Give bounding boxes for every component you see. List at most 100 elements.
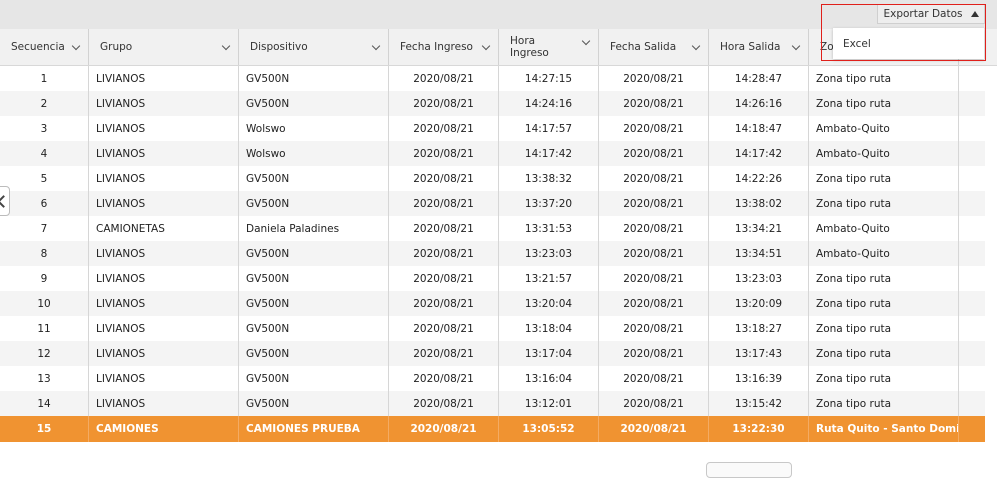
cell-hora-ingreso: 13:18:04 (499, 316, 599, 341)
column-header-grupo[interactable]: Grupo (89, 29, 239, 65)
cell-fecha-salida: 2020/08/21 (599, 316, 709, 341)
cell-secuencia: 13 (0, 366, 89, 391)
cell-secuencia: 9 (0, 266, 89, 291)
chevron-down-icon[interactable] (71, 41, 81, 51)
cell-secuencia: 5 (0, 166, 89, 191)
cell-hora-ingreso: 13:05:52 (499, 416, 599, 442)
cell-fecha-salida: 2020/08/21 (599, 241, 709, 266)
cell-fecha-salida: 2020/08/21 (599, 291, 709, 316)
cell-grupo: LIVIANOS (89, 191, 239, 216)
cell-fecha-salida: 2020/08/21 (599, 216, 709, 241)
cell-zona: Zona tipo ruta (809, 316, 959, 341)
cell-hora-ingreso: 13:21:57 (499, 266, 599, 291)
cell-hora-salida: 14:26:16 (709, 91, 809, 116)
column-header-hora-ingreso[interactable]: Hora Ingreso (499, 29, 599, 65)
cell-dispositivo: GV500N (239, 191, 389, 216)
cell-dispositivo: Wolswo (239, 116, 389, 141)
cell-secuencia: 4 (0, 141, 89, 166)
chevron-down-icon[interactable] (581, 36, 591, 46)
cell-fecha-ingreso: 2020/08/21 (389, 266, 499, 291)
chevron-down-icon[interactable] (221, 41, 231, 51)
cell-hora-salida: 14:17:42 (709, 141, 809, 166)
chevron-down-icon[interactable] (371, 41, 381, 51)
column-header-label: Dispositivo (250, 41, 308, 53)
cell-zona: Zona tipo ruta (809, 191, 959, 216)
cell-zona: Zona tipo ruta (809, 91, 959, 116)
table-row[interactable]: 9 LIVIANOS GV500N 2020/08/21 13:21:57 2020/08… (0, 266, 985, 291)
chevron-left-icon[interactable] (0, 186, 10, 216)
table-row[interactable]: 11 LIVIANOS GV500N 2020/08/21 13:18:04 2020/0… (0, 316, 985, 341)
cell-grupo: LIVIANOS (89, 66, 239, 91)
column-header-secuencia[interactable]: Secuencia (0, 29, 89, 65)
chevron-down-icon[interactable] (691, 41, 701, 51)
cell-zona: Ambato-Quito (809, 241, 959, 266)
column-header-dispositivo[interactable]: Dispositivo (239, 29, 389, 65)
cell-hora-salida: 13:34:21 (709, 216, 809, 241)
cell-secuencia: 14 (0, 391, 89, 416)
cell-fecha-ingreso: 2020/08/21 (389, 241, 499, 266)
cell-fecha-salida: 2020/08/21 (599, 166, 709, 191)
column-header-fecha-salida[interactable]: Fecha Salida (599, 29, 709, 65)
cell-hora-salida: 13:17:43 (709, 341, 809, 366)
cell-secuencia: 1 (0, 66, 89, 91)
table-row[interactable]: 15 CAMIONES CAMIONES PRUEBA 2020/08/21 13:05… (0, 416, 985, 442)
cell-grupo: CAMIONETAS (89, 216, 239, 241)
table-row[interactable]: 13 LIVIANOS GV500N 2020/08/21 13:16:04 2020/0… (0, 366, 985, 391)
cell-dispositivo: GV500N (239, 66, 389, 91)
cell-fecha-salida: 2020/08/21 (599, 116, 709, 141)
cell-hora-salida: 13:23:03 (709, 266, 809, 291)
cell-hora-ingreso: 14:27:15 (499, 66, 599, 91)
cell-secuencia: 3 (0, 116, 89, 141)
cell-grupo: LIVIANOS (89, 366, 239, 391)
chevron-down-icon[interactable] (791, 41, 801, 51)
column-header-fecha-ingreso[interactable]: Fecha Ingreso (389, 29, 499, 65)
cell-grupo: LIVIANOS (89, 291, 239, 316)
cell-secuencia: 10 (0, 291, 89, 316)
table-row[interactable]: 7 CAMIONETAS Daniela Paladines 2020/08/21 13… (0, 216, 985, 241)
cell-fecha-salida: 2020/08/21 (599, 91, 709, 116)
cell-hora-salida: 13:18:27 (709, 316, 809, 341)
cell-grupo: LIVIANOS (89, 391, 239, 416)
column-header-label: Fecha Ingreso (400, 41, 473, 53)
cell-grupo: LIVIANOS (89, 341, 239, 366)
chevron-down-icon[interactable] (481, 41, 491, 51)
cell-fecha-salida: 2020/08/21 (599, 416, 709, 442)
pagination-control[interactable] (706, 462, 792, 478)
table-row[interactable]: 14 LIVIANOS GV500N 2020/08/21 13:12:01 2020/0… (0, 391, 985, 416)
data-table-body: 1 LIVIANOS GV500N 2020/08/21 14:27:15 2020/08… (0, 66, 985, 442)
cell-hora-salida: 13:16:39 (709, 366, 809, 391)
table-row[interactable]: 5 LIVIANOS GV500N 2020/08/21 13:38:32 2020/08… (0, 166, 985, 191)
cell-zona: Ambato-Quito (809, 216, 959, 241)
table-row[interactable]: 8 LIVIANOS GV500N 2020/08/21 13:23:03 2020/08… (0, 241, 985, 266)
cell-grupo: LIVIANOS (89, 266, 239, 291)
cell-hora-salida: 13:15:42 (709, 391, 809, 416)
table-row[interactable]: 1 LIVIANOS GV500N 2020/08/21 14:27:15 2020/08… (0, 66, 985, 91)
cell-hora-salida: 14:28:47 (709, 66, 809, 91)
table-row[interactable]: 10 LIVIANOS GV500N 2020/08/21 13:20:04 2020/0… (0, 291, 985, 316)
cell-secuencia: 2 (0, 91, 89, 116)
cell-secuencia: 11 (0, 316, 89, 341)
cell-fecha-salida: 2020/08/21 (599, 141, 709, 166)
cell-dispositivo: GV500N (239, 166, 389, 191)
cell-fecha-salida: 2020/08/21 (599, 341, 709, 366)
cell-hora-ingreso: 14:17:57 (499, 116, 599, 141)
cell-dispositivo: GV500N (239, 241, 389, 266)
cell-zona: Zona tipo ruta (809, 366, 959, 391)
table-row[interactable]: 2 LIVIANOS GV500N 2020/08/21 14:24:16 2020/08… (0, 91, 985, 116)
cell-hora-ingreso: 13:12:01 (499, 391, 599, 416)
table-row[interactable]: 4 LIVIANOS Wolswo 2020/08/21 14:17:42 2020/08… (0, 141, 985, 166)
cell-hora-ingreso: 13:17:04 (499, 341, 599, 366)
cell-zona: Ambato-Quito (809, 141, 959, 166)
cell-fecha-ingreso: 2020/08/21 (389, 91, 499, 116)
table-row[interactable]: 12 LIVIANOS GV500N 2020/08/21 13:17:04 2020/0… (0, 341, 985, 366)
cell-hora-ingreso: 14:24:16 (499, 91, 599, 116)
cell-hora-salida: 14:18:47 (709, 116, 809, 141)
cell-fecha-ingreso: 2020/08/21 (389, 341, 499, 366)
table-row[interactable]: 6 LIVIANOS GV500N 2020/08/21 13:37:20 2020/08… (0, 191, 985, 216)
cell-dispositivo: GV500N (239, 391, 389, 416)
column-header-hora-salida[interactable]: Hora Salida (709, 29, 809, 65)
cell-hora-salida: 14:22:26 (709, 166, 809, 191)
cell-hora-ingreso: 13:38:32 (499, 166, 599, 191)
cell-dispositivo: GV500N (239, 266, 389, 291)
table-row[interactable]: 3 LIVIANOS Wolswo 2020/08/21 14:17:57 2020/08… (0, 116, 985, 141)
